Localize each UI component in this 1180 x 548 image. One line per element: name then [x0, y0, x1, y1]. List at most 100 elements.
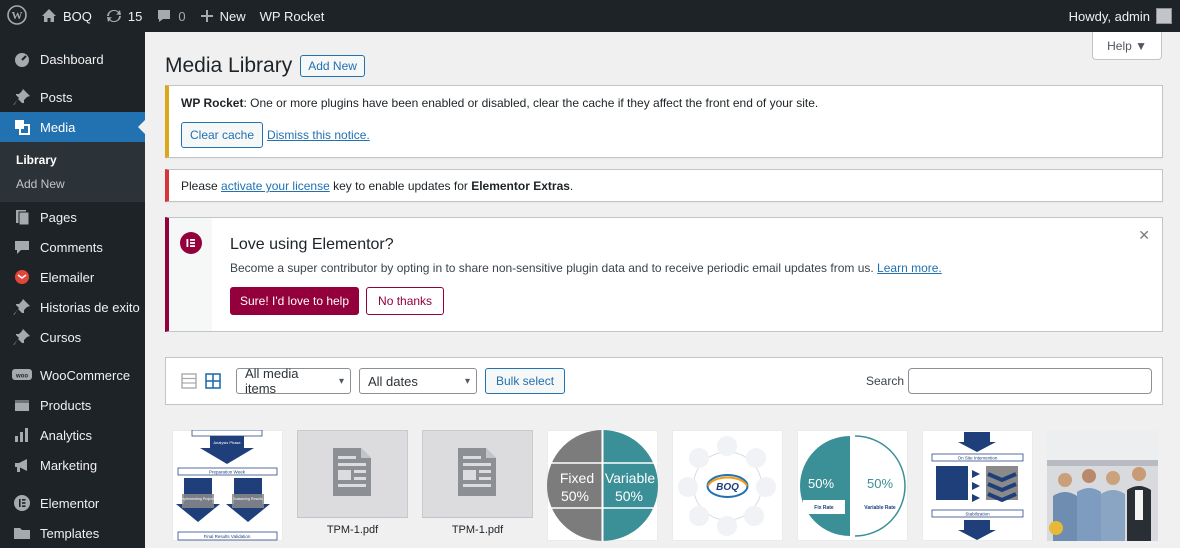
svg-text:W: W	[12, 10, 23, 22]
media-type-filter[interactable]: All media items ▾	[236, 366, 351, 396]
search-label: Search	[865, 374, 904, 388]
wp-rocket-menu[interactable]: WP Rocket	[253, 0, 332, 32]
menu-item-posts[interactable]: Posts	[0, 82, 145, 112]
page-title: Media Library	[165, 54, 293, 77]
menu-item-templates[interactable]: Templates	[0, 518, 145, 548]
woo-icon: woo	[12, 365, 32, 385]
flowchart-thumbnail: Analysis Phase Preparation Week Implemen…	[176, 430, 278, 541]
add-new-media-button[interactable]: Add New	[300, 55, 365, 77]
learn-more-link[interactable]: Learn more.	[877, 261, 942, 275]
variable-label: Variable	[605, 470, 656, 486]
flow-label: Sustaining Results	[233, 497, 263, 501]
menu-label: Pages	[40, 209, 77, 225]
flow-label: Preparation Week	[209, 470, 246, 475]
elementor-icon	[12, 493, 32, 513]
activate-license-link[interactable]: activate your license	[221, 179, 330, 193]
menu-label: Templates	[40, 525, 100, 541]
updates-link[interactable]: 15	[99, 0, 149, 32]
date-filter[interactable]: All dates ▾	[359, 368, 477, 394]
attachment-thumbnail[interactable]: BOQ	[672, 430, 783, 541]
intervention-flowchart: On Site Intervention Stabilization	[931, 432, 1024, 540]
menu-label: WooCommerce	[40, 367, 131, 383]
menu-item-comments[interactable]: Comments	[0, 232, 145, 262]
clear-cache-button[interactable]: Clear cache	[181, 122, 264, 148]
bulk-select-button[interactable]: Bulk select	[485, 368, 566, 394]
no-thanks-button[interactable]: No thanks	[366, 287, 445, 315]
menu-item-analytics[interactable]: Analytics	[0, 420, 145, 450]
boq-cycle-diagram: BOQ	[678, 436, 776, 536]
admin-menu: Dashboard Posts Media Library Add New Pa…	[0, 32, 145, 548]
pages-icon	[12, 207, 32, 227]
avatar	[1156, 8, 1172, 24]
license-notice-text: Please activate your license key to enab…	[181, 179, 1150, 193]
media-toolbar: All media items ▾ All dates ▾ Bulk selec…	[165, 357, 1163, 405]
site-name-link[interactable]: BOQ	[34, 0, 99, 32]
menu-item-pages[interactable]: Pages	[0, 202, 145, 232]
elementor-notice-title: Love using Elementor?	[230, 236, 394, 253]
elementor-optin-notice: Love using Elementor? Become a super con…	[165, 217, 1163, 332]
menu-item-historias-de-exito[interactable]: Historias de exito	[0, 292, 145, 322]
howdy-text: Howdy, admin	[1068, 8, 1150, 24]
products-icon	[12, 395, 32, 415]
main-content: Help ▼ Media Library Add New WP Rocket: …	[145, 32, 1180, 548]
plus-icon	[200, 9, 214, 23]
comments-count: 0	[178, 8, 186, 24]
attachment-thumbnail[interactable]: 50% 50% Fix Rate Variable Rate	[797, 430, 908, 541]
license-notice: Please activate your license key to enab…	[165, 169, 1163, 202]
home-icon	[41, 8, 57, 24]
wordpress-logo-button[interactable]: W	[0, 0, 34, 32]
attachment-thumbnail[interactable]: On Site Intervention Stabilization	[922, 430, 1033, 541]
menu-label: Analytics	[40, 427, 93, 443]
menu-label: Historias de exito	[40, 299, 140, 315]
menu-item-woocommerce[interactable]: woo WooCommerce	[0, 360, 145, 390]
menu-label: Posts	[40, 89, 73, 105]
menu-item-marketing[interactable]: Marketing	[0, 450, 145, 480]
admin-bar: W BOQ 15 0 New WP Rocket Howdy, admin	[0, 0, 1180, 32]
submenu-add-new[interactable]: Add New	[0, 172, 145, 196]
wp-rocket-brand: WP Rocket	[181, 96, 244, 110]
grid-view-icon[interactable]	[204, 372, 222, 390]
help-tab-button[interactable]: Help ▼	[1092, 32, 1162, 60]
menu-item-cursos[interactable]: Cursos	[0, 322, 145, 352]
fix-rate-label: Fix Rate	[814, 505, 834, 511]
menu-item-elemailer[interactable]: Elemailer	[0, 262, 145, 292]
menu-label: Elemailer	[40, 269, 95, 285]
opt-in-button[interactable]: Sure! I'd love to help	[230, 287, 360, 315]
elementor-notice-body: Love using Elementor? Become a super con…	[212, 218, 942, 331]
flow-label: Implementing Projects	[180, 497, 216, 501]
site-name: BOQ	[63, 8, 92, 24]
attachments-grid: Analysis Phase Preparation Week Implemen…	[172, 430, 1158, 541]
menu-item-media[interactable]: Media	[0, 112, 145, 142]
wordpress-logo-icon: W	[7, 4, 27, 28]
menu-label: Cursos	[40, 329, 82, 345]
elementor-notice-aside	[169, 218, 212, 331]
attachment-photo[interactable]	[1047, 430, 1158, 541]
attachment-document[interactable]: TPM-1.pdf	[422, 430, 533, 541]
attachment-thumbnail[interactable]: Analysis Phase Preparation Week Implemen…	[172, 430, 283, 541]
elementor-notice-text: Become a super contributor by opting in …	[230, 261, 874, 275]
team-photo-thumbnail	[1047, 430, 1158, 541]
close-icon[interactable]: ✕	[1138, 227, 1150, 244]
attachment-document[interactable]: TPM-1.pdf	[297, 430, 408, 541]
chevron-down-icon: ▾	[464, 375, 470, 387]
wp-rocket-message: : One or more plugins have been enabled …	[243, 96, 819, 110]
updates-count: 15	[127, 8, 143, 24]
new-content-link[interactable]: New	[193, 0, 253, 32]
menu-item-elementor[interactable]: Elementor	[0, 488, 145, 518]
my-account-menu[interactable]: Howdy, admin	[1062, 0, 1180, 32]
attachment-thumbnail[interactable]: Fixed 50% Variable 50%	[547, 430, 658, 541]
elementor-notice-description: Become a super contributor by opting in …	[230, 261, 942, 275]
list-view-icon[interactable]	[180, 372, 198, 390]
submenu-library[interactable]: Library	[0, 148, 145, 172]
dismiss-notice-link[interactable]: Dismiss this notice.	[267, 128, 370, 142]
menu-item-dashboard[interactable]: Dashboard	[0, 44, 145, 74]
comments-link[interactable]: 0	[149, 0, 192, 32]
fixed-variable-graphic: Fixed 50% Variable 50%	[547, 430, 658, 541]
pin-icon	[12, 87, 32, 107]
dashboard-icon	[12, 49, 32, 69]
menu-label: Marketing	[40, 457, 98, 473]
search-input[interactable]	[908, 368, 1152, 394]
menu-item-products[interactable]: Products	[0, 390, 145, 420]
boq-logo-text: BOQ	[716, 482, 739, 493]
license-product: Elementor Extras	[471, 179, 570, 193]
